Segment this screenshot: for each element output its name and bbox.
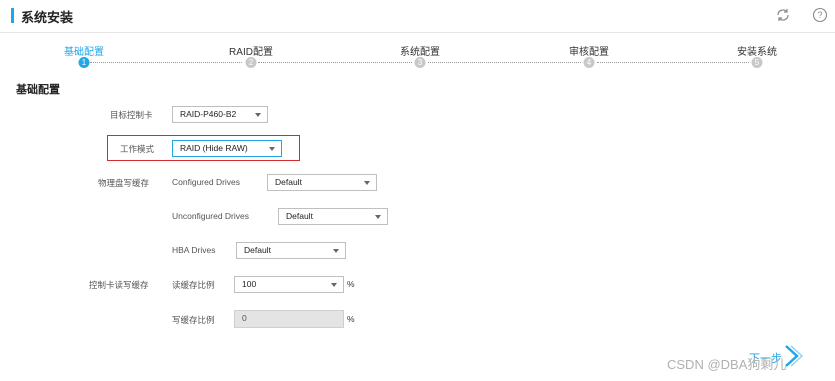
help-icon[interactable]: ? <box>812 7 828 23</box>
step-indicator: 5 <box>751 57 763 68</box>
write-ratio-unit: % <box>347 314 355 324</box>
refresh-icon[interactable] <box>775 7 791 23</box>
chevron-down-icon <box>255 113 261 117</box>
watermark-text: CSDN @DBA狗剩儿 <box>667 357 787 372</box>
page-header: 系统安装 ? <box>0 0 835 33</box>
step-indicator: 3 <box>414 57 426 68</box>
disk-cache-label: 物理盘写缓存 <box>98 178 150 188</box>
unconfigured-drives-value: Default <box>286 211 313 221</box>
page-title: 系统安装 <box>21 10 74 25</box>
step-label-basic-config[interactable]: 基础配置 <box>64 43 104 58</box>
chevron-down-icon <box>375 215 381 219</box>
controller-cache-label: 控制卡读写缓存 <box>89 280 149 290</box>
configured-drives-select[interactable]: Default <box>267 174 377 191</box>
step-connector <box>90 62 242 63</box>
target-controller-value: RAID-P460-B2 <box>180 109 237 119</box>
step-label-install-system[interactable]: 安装系统 <box>737 43 777 58</box>
chevron-down-icon <box>333 249 339 253</box>
wizard-steps: 基础配置 1 RAID配置 2 系统配置 3 审核配置 4 安装系统 5 <box>0 40 835 70</box>
step-label-review-config[interactable]: 审核配置 <box>569 43 609 58</box>
read-ratio-select[interactable]: 100 <box>234 276 344 293</box>
chevron-down-icon <box>364 181 370 185</box>
title-accent-bar <box>11 8 14 23</box>
hba-drives-label: HBA Drives <box>172 245 216 255</box>
step-indicator: 2 <box>245 57 257 68</box>
chevron-down-icon <box>269 147 275 151</box>
write-ratio-field: 0 <box>234 310 344 328</box>
step-label-raid-config[interactable]: RAID配置 <box>229 43 273 58</box>
configured-drives-value: Default <box>275 177 302 187</box>
step-indicator: 1 <box>78 57 90 68</box>
step-connector <box>597 62 749 63</box>
svg-text:?: ? <box>817 10 822 20</box>
unconfigured-drives-label: Unconfigured Drives <box>172 211 250 221</box>
work-mode-label: 工作模式 <box>120 144 155 154</box>
read-ratio-unit: % <box>347 279 355 289</box>
work-mode-select[interactable]: RAID (Hide RAW) <box>172 140 282 157</box>
chevron-down-icon <box>331 283 337 287</box>
write-ratio-value: 0 <box>242 313 247 323</box>
hba-drives-select[interactable]: Default <box>236 242 346 259</box>
step-connector <box>428 62 581 63</box>
step-label-system-config[interactable]: 系统配置 <box>400 43 440 58</box>
read-ratio-label: 读缓存比例 <box>172 280 215 290</box>
unconfigured-drives-select[interactable]: Default <box>278 208 388 225</box>
target-controller-select[interactable]: RAID-P460-B2 <box>172 106 268 123</box>
step-indicator: 4 <box>583 57 595 68</box>
section-title: 基础配置 <box>16 84 60 96</box>
step-connector <box>258 62 412 63</box>
read-ratio-value: 100 <box>242 279 257 289</box>
work-mode-value: RAID (Hide RAW) <box>180 143 248 153</box>
write-ratio-label: 写缓存比例 <box>172 315 215 325</box>
hba-drives-value: Default <box>244 245 271 255</box>
target-controller-label: 目标控制卡 <box>110 110 153 120</box>
configured-drives-label: Configured Drives <box>172 177 241 187</box>
